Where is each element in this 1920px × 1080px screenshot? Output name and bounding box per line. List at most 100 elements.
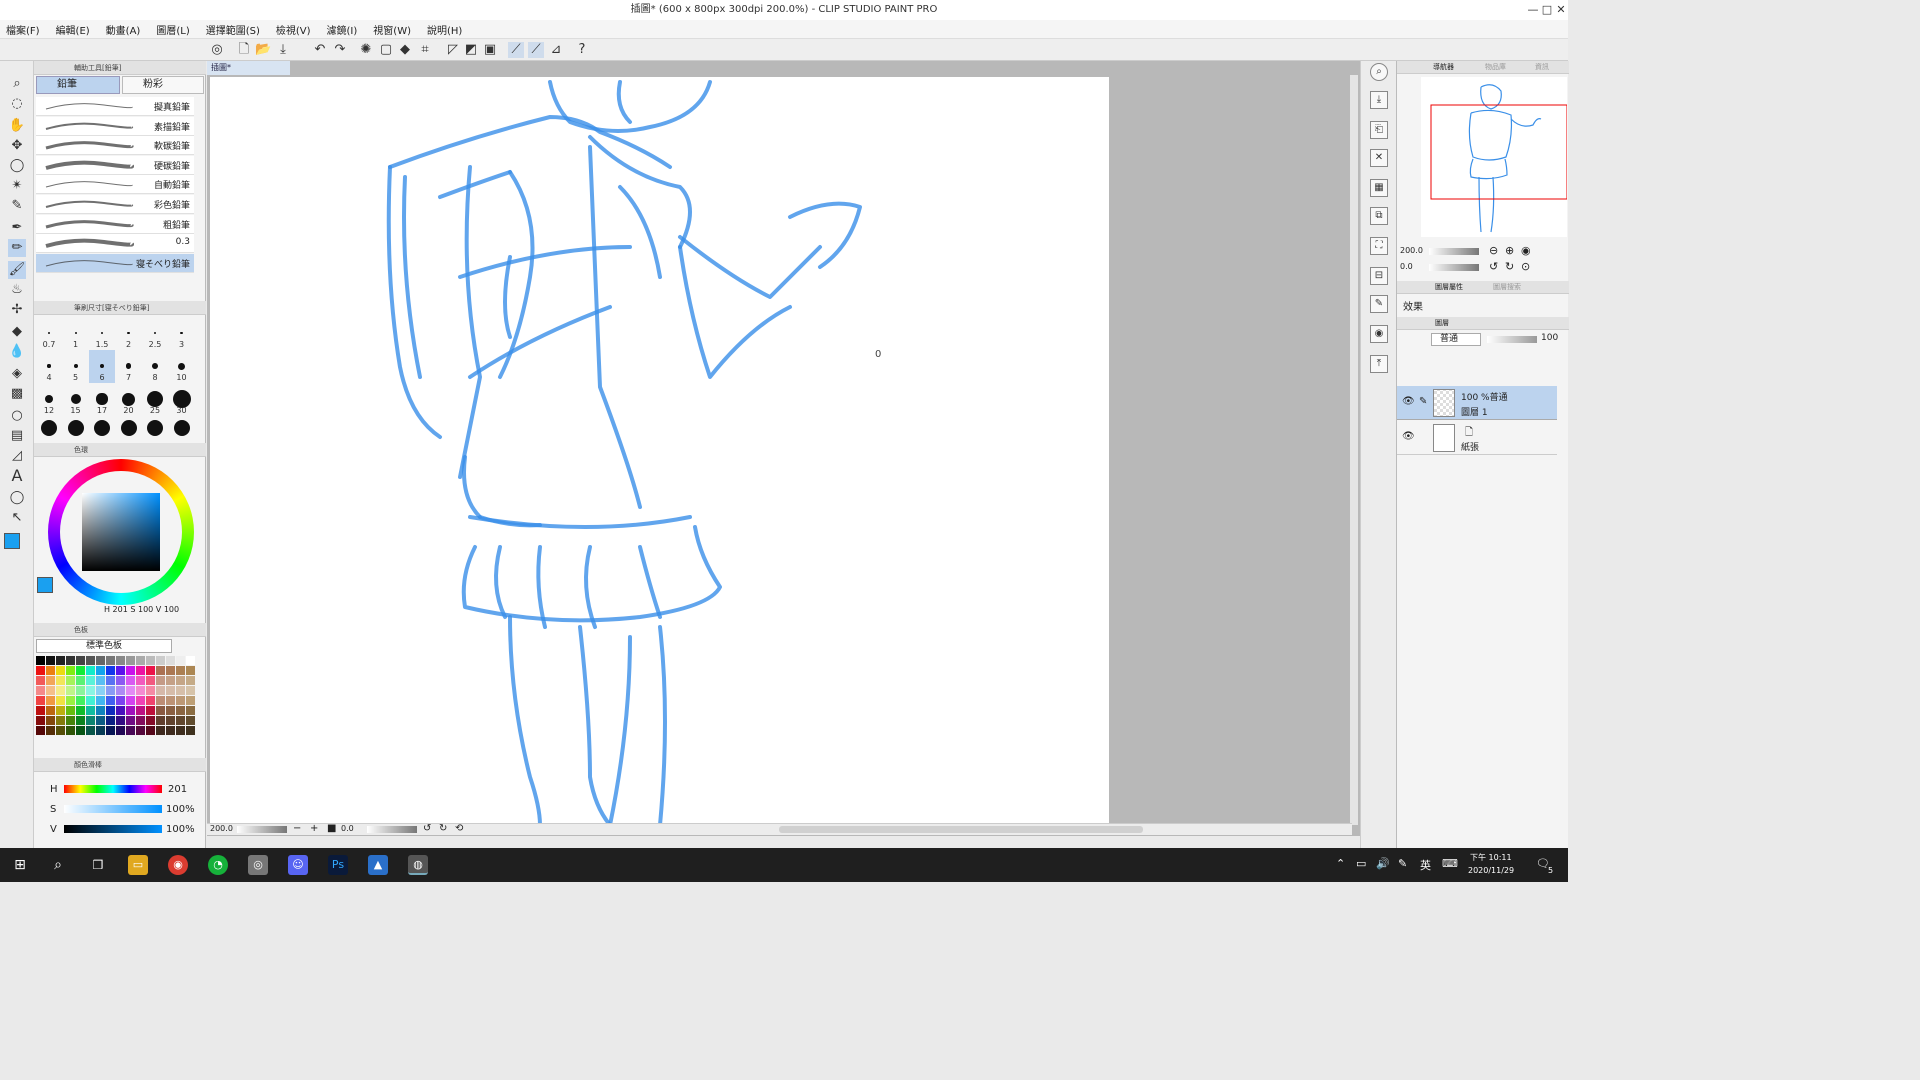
canvas-zoom-value[interactable]: 200.0: [210, 824, 233, 833]
palette-swatch[interactable]: [126, 666, 135, 675]
eyedropper-icon[interactable]: ✎: [8, 197, 26, 215]
brush-size-option[interactable]: 0.7: [36, 317, 62, 350]
palette-swatch[interactable]: [156, 676, 165, 685]
nav-zoom-value[interactable]: 200.0: [1400, 246, 1423, 255]
palette-swatch[interactable]: [166, 706, 175, 715]
tab-layer-property[interactable]: 圖層屬性: [1435, 281, 1463, 294]
document-tab[interactable]: 插圖*: [207, 61, 290, 75]
palette-swatch[interactable]: [36, 716, 45, 725]
photoshop-icon[interactable]: Ps: [328, 855, 348, 875]
menu-view[interactable]: 檢視(V): [276, 22, 311, 37]
palette-swatch[interactable]: [136, 716, 145, 725]
blend-mode-select[interactable]: 普通: [1431, 333, 1481, 346]
gradient-tool-icon[interactable]: ▩: [8, 385, 26, 403]
palette-swatch[interactable]: [106, 696, 115, 705]
palette-swatch[interactable]: [126, 706, 135, 715]
correction-tool-icon[interactable]: ↖: [8, 509, 26, 527]
palette-swatch[interactable]: [76, 676, 85, 685]
palette-swatch[interactable]: [136, 706, 145, 715]
palette-swatch[interactable]: [156, 716, 165, 725]
palette-swatch[interactable]: [36, 686, 45, 695]
palette-swatch[interactable]: [36, 666, 45, 675]
clock-time[interactable]: 下午 10:11: [1470, 852, 1512, 863]
brush-tool-icon[interactable]: 🖌: [8, 261, 26, 279]
palette-swatch[interactable]: [96, 666, 105, 675]
clock-date[interactable]: 2020/11/29: [1468, 866, 1514, 875]
palette-swatch[interactable]: [156, 726, 165, 735]
palette-swatch[interactable]: [156, 706, 165, 715]
rotation-slider[interactable]: [367, 826, 417, 833]
nav-zoom-out-icon[interactable]: ⊖: [1489, 244, 1498, 257]
nav-rotate-left-icon[interactable]: ↺: [1489, 260, 1498, 273]
nav-rotation-value[interactable]: 0.0: [1400, 262, 1413, 271]
palette-swatch[interactable]: [166, 696, 175, 705]
palette-swatch[interactable]: [86, 686, 95, 695]
palette-swatch[interactable]: [136, 666, 145, 675]
opacity-value[interactable]: 100: [1541, 333, 1558, 343]
select-tool-icon[interactable]: ◌: [8, 95, 26, 113]
nav-rotation-slider[interactable]: [1429, 264, 1479, 271]
clip-studio-icon[interactable]: ◎: [209, 42, 225, 58]
nav-fit-icon[interactable]: ◉: [1521, 244, 1531, 257]
palette-swatch[interactable]: [116, 716, 125, 725]
palette-swatch[interactable]: [146, 656, 155, 665]
saturation-value-square[interactable]: [82, 493, 160, 571]
fit-icon[interactable]: ■: [327, 823, 336, 834]
clip-studio-taskbar-icon[interactable]: ◎: [248, 855, 268, 875]
palette-swatch[interactable]: [76, 696, 85, 705]
nav-zoom-in-icon[interactable]: ⊕: [1505, 244, 1514, 257]
palette-swatch[interactable]: [106, 656, 115, 665]
palette-swatch[interactable]: [186, 726, 195, 735]
palette-swatch[interactable]: [76, 686, 85, 695]
menu-selection[interactable]: 選擇範圍(S): [206, 22, 260, 37]
palette-swatch[interactable]: [146, 686, 155, 695]
brush-size-option[interactable]: 2: [116, 317, 142, 350]
palette-swatch[interactable]: [166, 726, 175, 735]
s-slider[interactable]: [64, 805, 162, 813]
text-tool-icon[interactable]: A: [8, 467, 26, 485]
tab-pencil[interactable]: 鉛筆: [36, 76, 120, 94]
brush-size-option[interactable]: 3: [169, 317, 195, 350]
palette-swatch[interactable]: [146, 676, 155, 685]
ime-indicator[interactable]: 英: [1420, 857, 1431, 873]
brush-item[interactable]: 寝そべり鉛筆: [36, 253, 194, 273]
layer-row-paper[interactable]: 👁 🗋 紙張: [1397, 421, 1557, 455]
brush-size-option[interactable]: 6: [89, 350, 115, 383]
zoom-in-icon[interactable]: +: [310, 823, 318, 834]
start-windows-icon[interactable]: ⊞: [10, 855, 30, 875]
palette-swatch[interactable]: [146, 696, 155, 705]
palette-swatch[interactable]: [126, 686, 135, 695]
palette-swatch[interactable]: [186, 676, 195, 685]
visibility-eye-icon[interactable]: 👁: [1402, 396, 1415, 407]
photos-icon[interactable]: ▲: [368, 855, 388, 875]
palette-swatch[interactable]: [186, 716, 195, 725]
palette-swatch[interactable]: [76, 716, 85, 725]
palette-swatch[interactable]: [56, 676, 65, 685]
palette-swatch[interactable]: [66, 686, 75, 695]
palette-swatch[interactable]: [66, 666, 75, 675]
palette-swatch[interactable]: [56, 726, 65, 735]
camera-icon[interactable]: ◉: [1370, 325, 1388, 343]
palette-swatch[interactable]: [46, 706, 55, 715]
upload-icon[interactable]: ⤒: [1370, 355, 1388, 373]
wheel-main-color[interactable]: [37, 577, 53, 593]
lasso-tool-icon[interactable]: ✋: [8, 117, 26, 135]
show-selection-icon[interactable]: ▣: [482, 42, 498, 58]
eraser-tool-icon[interactable]: ◆: [8, 323, 26, 341]
palette-swatch[interactable]: [126, 676, 135, 685]
move-tool-icon[interactable]: ✥: [8, 137, 26, 155]
palette-swatch[interactable]: [166, 676, 175, 685]
brush-size-option[interactable]: 8: [142, 350, 168, 383]
v-slider[interactable]: [64, 825, 162, 833]
palette-swatch[interactable]: [36, 676, 45, 685]
chrome-icon[interactable]: ◉: [168, 855, 188, 875]
palette-swatch[interactable]: [106, 676, 115, 685]
brush-size-option[interactable]: 25: [142, 383, 168, 416]
decoration-tool-icon[interactable]: ✢: [8, 301, 26, 319]
zoom-tool-icon[interactable]: ⌕: [8, 75, 26, 93]
palette-swatch[interactable]: [176, 686, 185, 695]
volume-icon[interactable]: 🔊: [1376, 857, 1390, 870]
palette-swatch[interactable]: [46, 656, 55, 665]
layer-row-1[interactable]: 👁 ✎ 100 %普通 圖層 1: [1397, 386, 1557, 420]
magic-wand-icon[interactable]: ✴: [8, 177, 26, 195]
